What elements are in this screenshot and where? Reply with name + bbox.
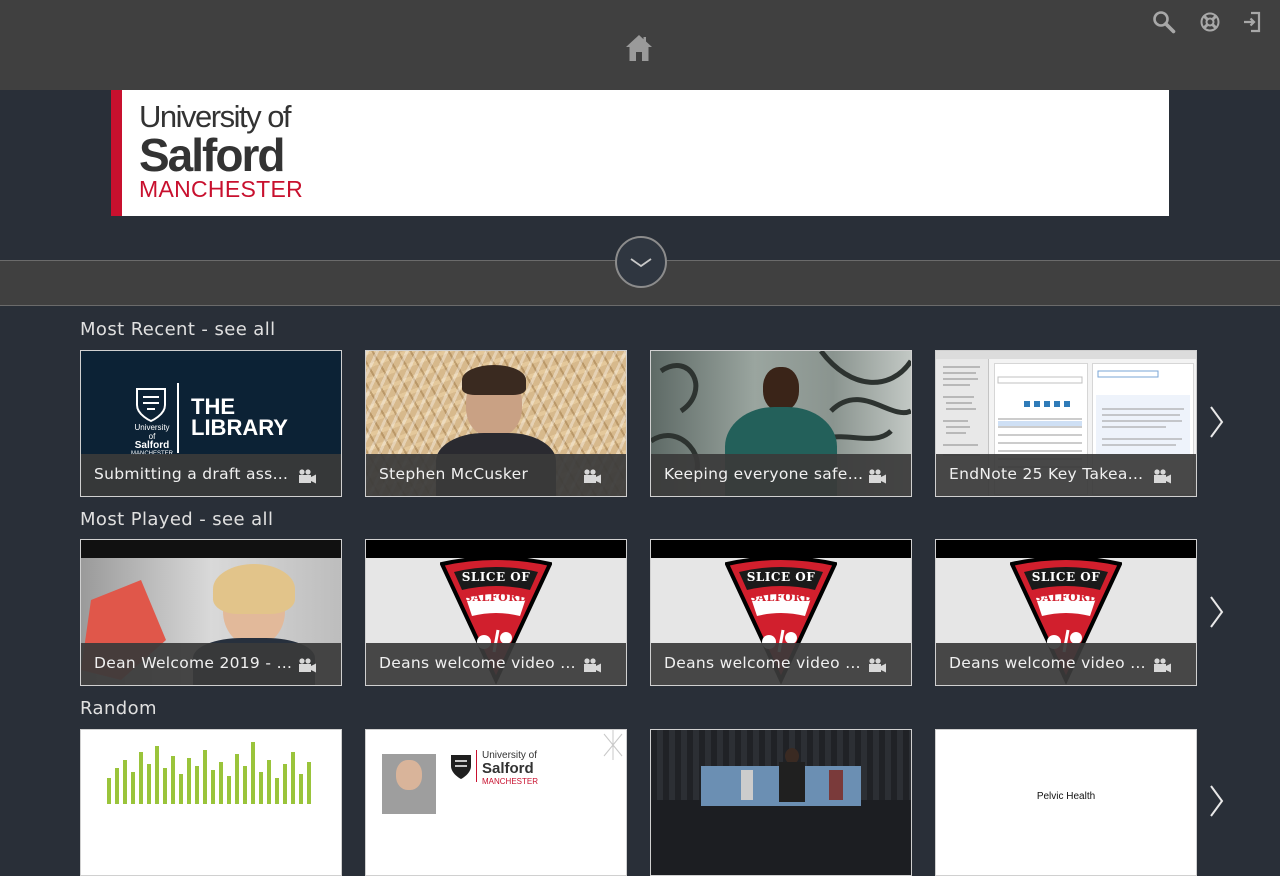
crest-icon xyxy=(451,755,471,779)
card-title: Deans welcome video - Slice of Salford xyxy=(949,654,1149,672)
card-caption: EndNote 25 Key Takeaways xyxy=(936,454,1196,496)
card-title: Deans welcome video - Slice of Salford xyxy=(664,654,864,672)
card-title: Deans welcome video - Slice of Salford xyxy=(379,654,579,672)
card-caption: Deans welcome video - Slice of Salford xyxy=(936,643,1196,685)
media-card[interactable]: Pelvic Health xyxy=(935,729,1197,876)
card-title: Stephen McCusker xyxy=(379,465,529,483)
video-camera-icon xyxy=(584,469,601,484)
slice-bottom-text: SALFORD xyxy=(1034,591,1098,604)
card-caption: Deans welcome video - Slice of Salford xyxy=(366,643,626,685)
slice-top-text: SLICE OF xyxy=(1031,570,1101,584)
media-card[interactable]: University of Salford MANCHESTER THE LIB… xyxy=(80,350,342,497)
thumb-univ-3: MANCHESTER xyxy=(482,777,539,786)
home-icon[interactable] xyxy=(624,33,654,63)
search-icon[interactable] xyxy=(1152,10,1176,34)
card-caption: Keeping everyone safe on campus xyxy=(651,454,911,496)
media-card[interactable]: SLICE OF SALFORD Deans welcome video - S… xyxy=(365,539,627,686)
thumb-library-title-1: THE xyxy=(191,394,235,419)
video-camera-icon xyxy=(1154,469,1171,484)
video-camera-icon xyxy=(299,469,316,484)
slice-bottom-text: SALFORD xyxy=(749,591,813,604)
top-bar xyxy=(0,0,1280,90)
thumb-library-title-2: LIBRARY xyxy=(191,415,288,440)
video-camera-icon xyxy=(1154,658,1171,673)
media-card[interactable]: University of Salford MANCHESTER xyxy=(365,729,627,876)
chevron-down-icon xyxy=(630,258,652,268)
lifebuoy-icon[interactable] xyxy=(1198,10,1222,34)
media-card[interactable]: Dean Welcome 2019 - School of Health xyxy=(80,539,342,686)
card-caption: Submitting a draft assessment to Turniti… xyxy=(81,454,341,496)
university-banner: University of Salford MANCHESTER xyxy=(111,90,1169,216)
thumbnail-pelvic-health: Pelvic Health xyxy=(936,730,1196,875)
chevron-right-icon[interactable] xyxy=(1206,594,1226,630)
card-caption: Stephen McCusker xyxy=(366,454,626,496)
card-title: EndNote 25 Key Takeaways xyxy=(949,465,1149,483)
logo-line-2: Salford xyxy=(139,129,285,181)
media-card[interactable]: SLICE OF SALFORD Deans welcome video - S… xyxy=(935,539,1197,686)
crest-icon xyxy=(136,388,166,423)
thumb-univ-2: Salford xyxy=(482,760,534,777)
thumbnail-stage-performance xyxy=(651,730,911,875)
thumbnail-audio-bars xyxy=(81,730,341,875)
card-title: Keeping everyone safe on campus xyxy=(664,465,864,483)
section-title-most-played[interactable]: Most Played - see all xyxy=(80,509,273,531)
card-title: Dean Welcome 2019 - School of Health xyxy=(94,654,294,672)
chevron-right-icon[interactable] xyxy=(1206,783,1226,819)
video-camera-icon xyxy=(869,469,886,484)
media-card[interactable]: Stephen McCusker xyxy=(365,350,627,497)
card-caption: Deans welcome video - Slice of Salford xyxy=(651,643,911,685)
card-title: Submitting a draft assessment to Turniti… xyxy=(94,465,294,483)
media-card[interactable] xyxy=(650,729,912,876)
slice-top-text: SLICE OF xyxy=(746,570,816,584)
slice-top-text: SLICE OF xyxy=(461,570,531,584)
collapse-banner-button[interactable] xyxy=(615,236,667,288)
card-caption: Dean Welcome 2019 - School of Health xyxy=(81,643,341,685)
thumb-univ-2: Salford xyxy=(134,440,170,451)
media-card[interactable]: Keeping everyone safe on campus xyxy=(650,350,912,497)
video-camera-icon xyxy=(299,658,316,673)
media-card[interactable]: EndNote 25 Key Takeaways xyxy=(935,350,1197,497)
thumb-univ-1: University of xyxy=(134,423,170,441)
university-logo[interactable]: University of Salford MANCHESTER xyxy=(139,100,303,201)
thumbnail-lecture-intro: University of Salford MANCHESTER xyxy=(366,730,626,875)
login-icon[interactable] xyxy=(1240,10,1264,34)
section-title-random: Random xyxy=(80,698,157,719)
media-card[interactable]: SLICE OF SALFORD Deans welcome video - S… xyxy=(650,539,912,686)
chevron-right-icon[interactable] xyxy=(1206,404,1226,440)
logo-line-3: MANCHESTER xyxy=(139,176,304,202)
section-title-most-recent[interactable]: Most Recent - see all xyxy=(80,319,276,341)
media-card[interactable] xyxy=(80,729,342,876)
video-camera-icon xyxy=(584,658,601,673)
video-camera-icon xyxy=(869,658,886,673)
thumb-pelvic-title: Pelvic Health xyxy=(1036,791,1096,802)
slice-bottom-text: SALFORD xyxy=(464,591,528,604)
